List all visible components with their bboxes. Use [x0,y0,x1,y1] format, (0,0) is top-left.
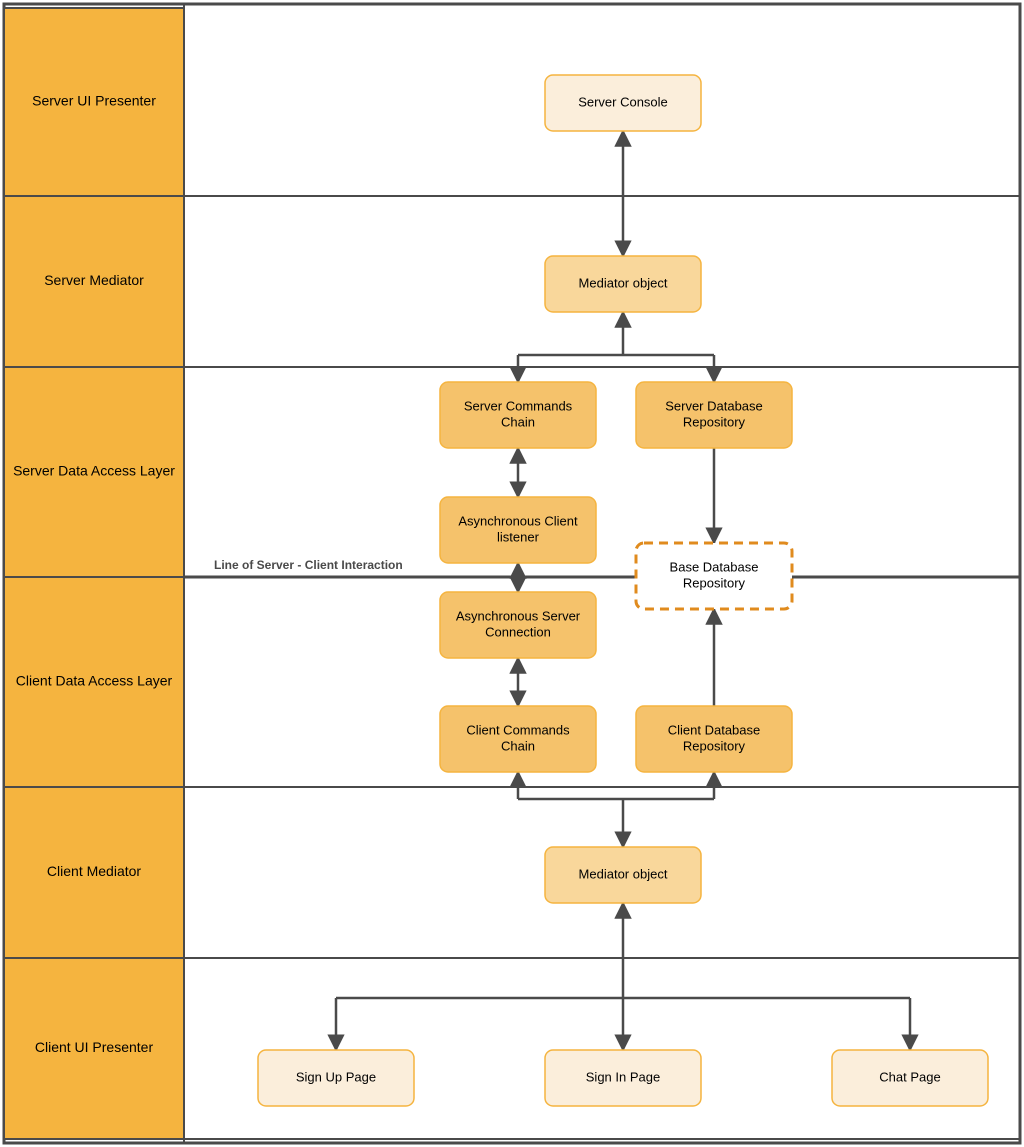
node-label: Asynchronous Client [458,513,578,528]
node-async-server-conn: Asynchronous ServerConnection [440,592,596,658]
node-base-db-repo: Base DatabaseRepository [636,543,792,609]
node-label: Mediator object [579,275,668,290]
node-sign-up: Sign Up Page [258,1050,414,1106]
node-server-mediator: Mediator object [545,256,701,312]
node-label: Client Commands [466,722,570,737]
node-label: Repository [683,738,746,753]
node-async-client-listener: Asynchronous Clientlistener [440,497,596,563]
lane-label: Server Data Access Layer [13,463,175,479]
node-label: Server Commands [464,398,573,413]
node-client-db-repo: Client DatabaseRepository [636,706,792,772]
node-label: Mediator object [579,866,668,881]
node-server-console: Server Console [545,75,701,131]
node-chat-page: Chat Page [832,1050,988,1106]
node-server-db-repo: Server DatabaseRepository [636,382,792,448]
node-label: Base Database [670,559,759,574]
node-label: Server Database [665,398,763,413]
node-label: Client Database [668,722,761,737]
node-label: Repository [683,414,746,429]
lane-label: Server Mediator [44,272,144,288]
lane-label: Client UI Presenter [35,1039,154,1055]
node-label: listener [497,529,540,544]
node-label: Server Console [578,94,668,109]
node-server-cmd-chain: Server CommandsChain [440,382,596,448]
node-label: Sign In Page [586,1069,660,1084]
architecture-diagram: Server UI Presenter Server Mediator Server… [0,0,1024,1147]
node-label: Chain [501,414,535,429]
node-label: Asynchronous Server [456,608,581,623]
node-label: Repository [683,575,746,590]
node-label: Chat Page [879,1069,940,1084]
node-sign-in: Sign In Page [545,1050,701,1106]
node-label: Chain [501,738,535,753]
lane-label: Client Data Access Layer [16,673,173,689]
node-label: Connection [485,624,551,639]
node-label: Sign Up Page [296,1069,376,1084]
lane-label: Server UI Presenter [32,93,156,109]
node-client-mediator: Mediator object [545,847,701,903]
lane-label: Client Mediator [47,863,141,879]
interaction-line-label: Line of Server - Client Interaction [214,558,403,572]
node-client-cmd-chain: Client CommandsChain [440,706,596,772]
